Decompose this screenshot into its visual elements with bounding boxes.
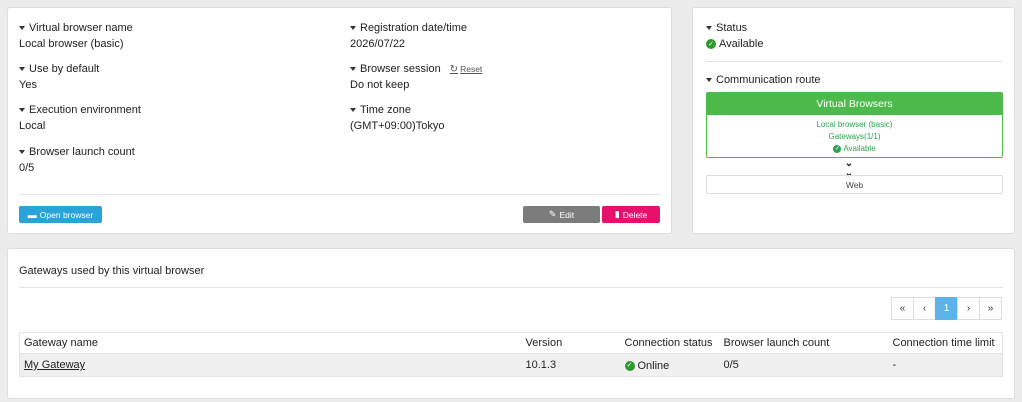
- pagination-first-button[interactable]: «: [891, 297, 914, 320]
- field-label: Browser session: [360, 63, 441, 75]
- cell-connection-time-limit: -: [888, 353, 1003, 377]
- field-value: Local: [19, 120, 46, 132]
- route-line-status: ✓ Available: [707, 145, 1002, 153]
- caret-down-icon[interactable]: [706, 26, 712, 30]
- pagination-prev-button[interactable]: ‹: [913, 297, 936, 320]
- column-header-version[interactable]: Version: [521, 332, 621, 354]
- refresh-icon: ↻: [449, 63, 459, 75]
- field-label: Registration date/time: [360, 22, 467, 34]
- trash-icon: ▮: [614, 209, 620, 219]
- caret-down-icon[interactable]: [19, 26, 25, 30]
- pagination-last-button[interactable]: »: [979, 297, 1002, 320]
- check-circle-icon: ✓: [833, 145, 842, 153]
- route-line-browser: Local browser (basic): [816, 120, 893, 129]
- caret-down-icon[interactable]: [706, 78, 712, 82]
- edit-icon: ✎: [548, 209, 557, 219]
- field-value: (GMT+09:00)Tokyo: [350, 120, 445, 132]
- field-status: Status ✓ Available: [706, 22, 763, 50]
- delete-button[interactable]: ▮ Delete: [602, 206, 660, 223]
- check-circle-icon: ✓: [624, 360, 635, 371]
- status-label: Status: [716, 22, 748, 34]
- delete-label: Delete: [622, 209, 648, 220]
- caret-down-icon[interactable]: [19, 108, 25, 112]
- field-time-zone: Time zone (GMT+09:00)Tokyo: [350, 104, 444, 132]
- field-virtual-browser-name: Virtual browser name Local browser (basi…: [19, 22, 133, 50]
- column-header-connection-status[interactable]: Connection status: [620, 332, 720, 354]
- field-label: Execution environment: [29, 104, 141, 116]
- virtual-browser-details-panel: Virtual browser name Local browser (basi…: [7, 7, 672, 234]
- divider: [706, 61, 1002, 62]
- pagination-page-button[interactable]: 1: [935, 297, 958, 320]
- status-panel: Status ✓ Available Communication route V…: [692, 7, 1015, 234]
- communication-route-heading: Communication route: [706, 74, 821, 86]
- field-label: Use by default: [29, 63, 100, 75]
- field-browser-session: Browser session ↻ Reset Do not keep: [350, 63, 482, 91]
- pagination-next-button[interactable]: ›: [957, 297, 980, 320]
- route-status-label: Available: [843, 144, 876, 153]
- field-value: 0/5: [19, 162, 35, 174]
- divider: [19, 194, 661, 195]
- route-line-gateways: Gateways(1/1): [828, 132, 881, 141]
- field-value: Local browser (basic): [19, 38, 124, 50]
- field-execution-environment: Execution environment Local: [19, 104, 141, 132]
- check-circle-icon: ✓: [706, 39, 716, 49]
- field-label: Browser launch count: [29, 146, 135, 158]
- field-value: Do not keep: [350, 79, 410, 91]
- cell-version: 10.1.3: [521, 353, 621, 377]
- gateways-table: Gateway name Version Connection status B…: [19, 332, 1003, 377]
- gateways-panel: Gateways used by this virtual browser « …: [7, 248, 1015, 399]
- gateway-link[interactable]: My Gateway: [24, 359, 85, 371]
- pagination: « ‹ 1 › »: [891, 297, 1002, 320]
- route-virtual-browsers-box: Virtual Browsers Local browser (basic) G…: [706, 92, 1003, 158]
- edit-button[interactable]: ✎ Edit: [523, 206, 600, 223]
- field-label: Virtual browser name: [29, 22, 133, 34]
- caret-down-icon[interactable]: [19, 67, 25, 71]
- gateways-title: Gateways used by this virtual browser: [19, 265, 205, 277]
- reset-label: Reset: [460, 64, 483, 74]
- route-header: Virtual Browsers: [707, 93, 1002, 115]
- window-icon: ▬: [27, 209, 37, 220]
- field-registration-datetime: Registration date/time 2026/07/22: [350, 22, 467, 50]
- caret-down-icon[interactable]: [350, 108, 356, 112]
- column-header-connection-time-limit[interactable]: Connection time limit: [888, 332, 1003, 354]
- cell-browser-launch-count: 0/5: [719, 353, 889, 377]
- divider: [19, 287, 1003, 288]
- table-header-row: Gateway name Version Connection status B…: [19, 332, 1003, 354]
- caret-down-icon[interactable]: [19, 150, 25, 154]
- field-browser-launch-count: Browser launch count 0/5: [19, 146, 135, 174]
- field-value: Yes: [19, 79, 37, 91]
- open-browser-label: Open browser: [39, 209, 94, 220]
- connection-status-value: Online: [637, 359, 670, 372]
- cell-connection-status: ✓ Online: [620, 353, 720, 377]
- caret-down-icon[interactable]: [350, 26, 356, 30]
- table-row: My Gateway 10.1.3 ✓ Online 0/5 -: [19, 353, 1003, 377]
- column-header-gateway-name[interactable]: Gateway name: [19, 332, 522, 354]
- field-label: Time zone: [360, 104, 411, 116]
- edit-label: Edit: [559, 209, 575, 220]
- caret-down-icon[interactable]: [350, 67, 356, 71]
- reset-link[interactable]: ↻ Reset: [450, 64, 483, 75]
- cell-gateway-name: My Gateway: [19, 353, 522, 377]
- open-browser-button[interactable]: ▬ Open browser: [19, 206, 102, 223]
- field-use-by-default: Use by default Yes: [19, 63, 99, 91]
- field-value: 2026/07/22: [350, 38, 406, 50]
- route-web-box: Web: [706, 175, 1003, 194]
- status-value: Available: [719, 38, 764, 50]
- column-header-browser-launch-count[interactable]: Browser launch count: [719, 332, 889, 354]
- communication-route-label: Communication route: [716, 74, 821, 86]
